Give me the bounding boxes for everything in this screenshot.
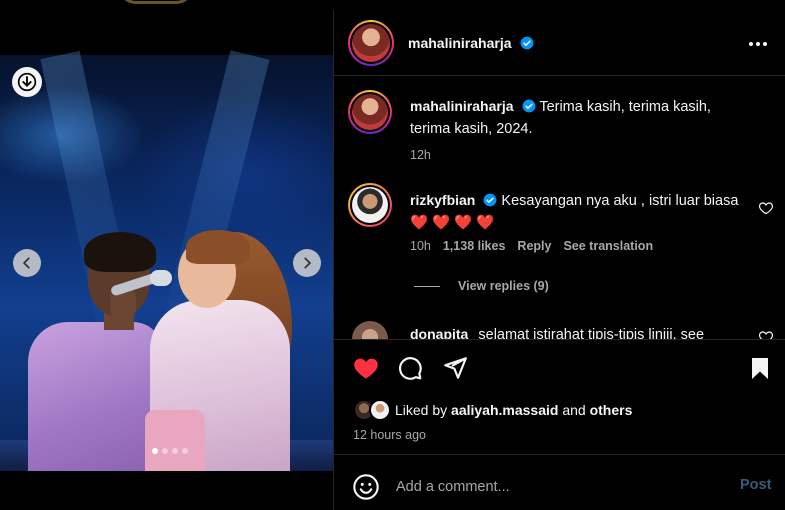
- comment-username[interactable]: rizkyfbian: [410, 192, 475, 208]
- author-username[interactable]: mahaliniraharja: [408, 35, 512, 51]
- view-replies-label[interactable]: View replies (9): [458, 279, 549, 293]
- media-top-strip: [0, 0, 333, 55]
- comment-meta: 10h 1,138 likes Reply See translation: [410, 239, 653, 253]
- download-button[interactable]: [12, 67, 42, 97]
- comment-username[interactable]: donapita: [410, 326, 468, 339]
- author-avatar[interactable]: [348, 20, 394, 66]
- comment-avatar[interactable]: [348, 183, 392, 227]
- more-icon: [749, 42, 767, 46]
- liked-by: Liked by aaliyah.massaid and others: [353, 399, 632, 421]
- more-options-button[interactable]: [746, 32, 770, 56]
- view-replies-button[interactable]: View replies (9): [414, 279, 549, 293]
- liked-by-user[interactable]: aaliyah.massaid: [451, 402, 558, 418]
- comment-body: donapita selamat istirahat tipis-tipis l…: [410, 323, 740, 339]
- performer-woman-hair-top: [186, 230, 250, 264]
- comment-body: rizkyfbian Kesayangan nya aku , istri lu…: [410, 189, 740, 234]
- comment-likes[interactable]: 1,138 likes: [443, 239, 506, 253]
- comments-list[interactable]: mahaliniraharja Terima kasih, terima kas…: [334, 77, 785, 339]
- like-button[interactable]: [352, 354, 380, 382]
- verified-icon: [483, 193, 497, 207]
- caption-body: mahaliniraharja Terima kasih, terima kas…: [410, 95, 740, 140]
- post-header: mahaliniraharja: [334, 10, 785, 76]
- reply-button[interactable]: Reply: [517, 239, 551, 253]
- comment-like-heart-icon[interactable]: [758, 200, 774, 216]
- share-icon: [444, 357, 467, 379]
- see-translation-button[interactable]: See translation: [563, 239, 653, 253]
- chevron-right-icon: [304, 257, 311, 269]
- comment-avatar[interactable]: [352, 321, 388, 339]
- chevron-left-icon: [23, 257, 30, 269]
- performer-man-hair: [84, 232, 156, 272]
- slide-dot: [182, 448, 188, 454]
- liked-by-and: and: [562, 402, 586, 418]
- post-actions: Liked by aaliyah.massaid and others 12 h…: [334, 339, 785, 454]
- liked-by-others[interactable]: others: [590, 402, 633, 418]
- post-timestamp[interactable]: 12 hours ago: [353, 428, 426, 442]
- microphone-head: [150, 270, 172, 286]
- comment-button[interactable]: [396, 354, 424, 382]
- add-comment-bar: Post: [334, 454, 785, 510]
- caption-avatar[interactable]: [348, 90, 392, 134]
- heart-icon: [354, 358, 378, 379]
- slide-dot: [162, 448, 168, 454]
- performer-man: [28, 322, 163, 472]
- comment-text: selamat istirahat tipis-tipis liniii, se…: [478, 327, 705, 339]
- performer-woman-skirt: [145, 410, 205, 471]
- bookmark-icon: [752, 358, 768, 379]
- download-icon: [17, 72, 37, 92]
- comment-time: 10h: [410, 239, 431, 253]
- comment-icon: [399, 357, 422, 380]
- media-bottom-strip: [0, 471, 333, 510]
- caption-time: 12h: [410, 148, 431, 162]
- caption-username[interactable]: mahaliniraharja: [410, 98, 514, 114]
- liker-avatar[interactable]: [369, 399, 391, 421]
- slide-dot: [172, 448, 178, 454]
- previous-slide-button[interactable]: [13, 249, 41, 277]
- avatar: [352, 24, 390, 62]
- comment-input[interactable]: [396, 475, 716, 499]
- avatar: [352, 321, 388, 339]
- author-name[interactable]: mahaliniraharja: [408, 35, 534, 53]
- share-button[interactable]: [441, 354, 469, 382]
- liked-by-prefix: Liked by: [395, 402, 448, 418]
- emoji-icon[interactable]: [352, 473, 380, 501]
- verified-icon: [522, 99, 535, 113]
- avatar: [352, 187, 388, 223]
- caption-meta: 12h: [410, 148, 431, 162]
- post-media[interactable]: [0, 0, 333, 510]
- post-comment-button[interactable]: Post: [740, 477, 771, 493]
- verified-icon: [520, 36, 534, 50]
- avatar: [352, 94, 388, 130]
- next-slide-button[interactable]: [293, 249, 321, 277]
- post-detail-panel: mahaliniraharja mahaliniraharja Terima k…: [333, 10, 785, 510]
- liked-by-text: Liked by aaliyah.massaid and others: [395, 402, 632, 418]
- comment-like-heart-icon[interactable]: [758, 329, 774, 339]
- divider: [414, 285, 440, 287]
- slide-dot: [152, 448, 158, 454]
- save-button[interactable]: [746, 354, 774, 382]
- slide-indicator: [152, 448, 188, 454]
